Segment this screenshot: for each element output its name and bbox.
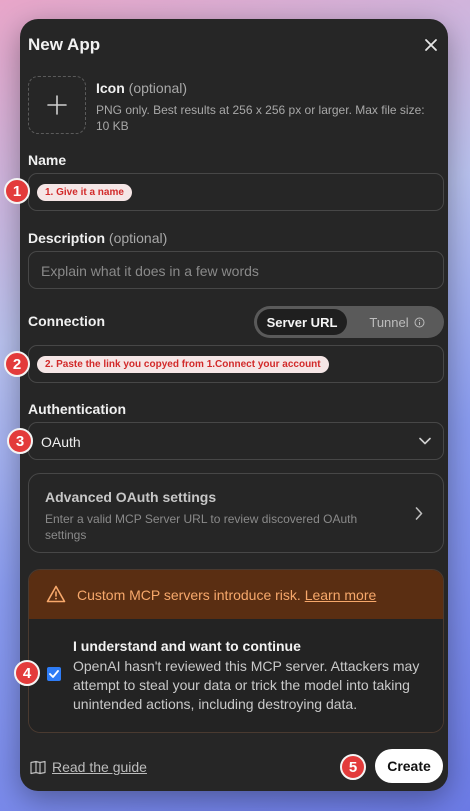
chevron-right-icon (415, 507, 423, 520)
guide-label: Read the guide (52, 759, 147, 775)
name-input[interactable]: 1. Give it a name (28, 173, 444, 211)
description-input[interactable]: Explain what it does in a few words (28, 251, 444, 289)
server-url-tab[interactable]: Server URL (257, 309, 347, 335)
icon-upload-button[interactable] (28, 76, 86, 134)
learn-more-link[interactable]: Learn more (305, 587, 377, 603)
connection-toggle: Server URL Tunnel (254, 306, 444, 338)
new-app-dialog: New App Icon (optional) PNG only. Best r… (4, 19, 448, 791)
checkmark-icon (49, 670, 59, 678)
tunnel-tab[interactable]: Tunnel (354, 309, 440, 335)
icon-label: Icon (optional) (96, 80, 188, 96)
connection-label: Connection (28, 313, 105, 329)
acknowledge-checkbox[interactable] (47, 667, 61, 681)
acknowledgement: I understand and want to continue OpenAI… (29, 619, 443, 732)
risk-warning: Custom MCP servers introduce risk. Learn… (28, 569, 444, 733)
advanced-description: Enter a valid MCP Server URL to review d… (45, 512, 358, 542)
step-badge-3: 3 (7, 428, 33, 454)
chevron-down-icon (419, 437, 431, 445)
description-label: Description (optional) (28, 230, 168, 246)
step-badge-2: 2 (4, 351, 30, 377)
authentication-value: OAuth (41, 434, 81, 450)
read-guide-link[interactable]: Read the guide (30, 759, 147, 775)
warning-header: Custom MCP servers introduce risk. Learn… (29, 570, 443, 619)
step-badge-5: 5 (340, 754, 366, 780)
step-badge-4: 4 (14, 660, 40, 686)
name-annotation: 1. Give it a name (37, 184, 132, 201)
authentication-label: Authentication (28, 401, 126, 417)
close-icon[interactable] (422, 36, 440, 54)
info-icon (414, 317, 425, 327)
warning-text: Custom MCP servers introduce risk. Learn… (77, 587, 377, 603)
advanced-oauth-settings[interactable]: Advanced OAuth settings Enter a valid MC… (28, 473, 444, 553)
connection-annotation: 2. Paste the link you copyed from 1.Conn… (37, 356, 329, 373)
book-icon (30, 760, 46, 774)
plus-icon (47, 95, 67, 115)
create-button[interactable]: Create (375, 749, 443, 783)
server-url-input[interactable]: 2. Paste the link you copyed from 1.Conn… (28, 345, 444, 383)
warning-icon (46, 585, 66, 603)
description-placeholder: Explain what it does in a few words (41, 263, 259, 279)
dialog-title: New App (28, 35, 101, 54)
acknowledge-title: I understand and want to continue (73, 638, 301, 654)
name-label: Name (28, 152, 67, 168)
step-badge-1: 1 (4, 178, 30, 204)
authentication-select[interactable]: OAuth (28, 422, 444, 460)
icon-hint: PNG only. Best results at 256 x 256 px o… (96, 103, 425, 133)
acknowledge-description: OpenAI hasn't reviewed this MCP server. … (73, 658, 420, 712)
advanced-title: Advanced OAuth settings (45, 489, 217, 505)
